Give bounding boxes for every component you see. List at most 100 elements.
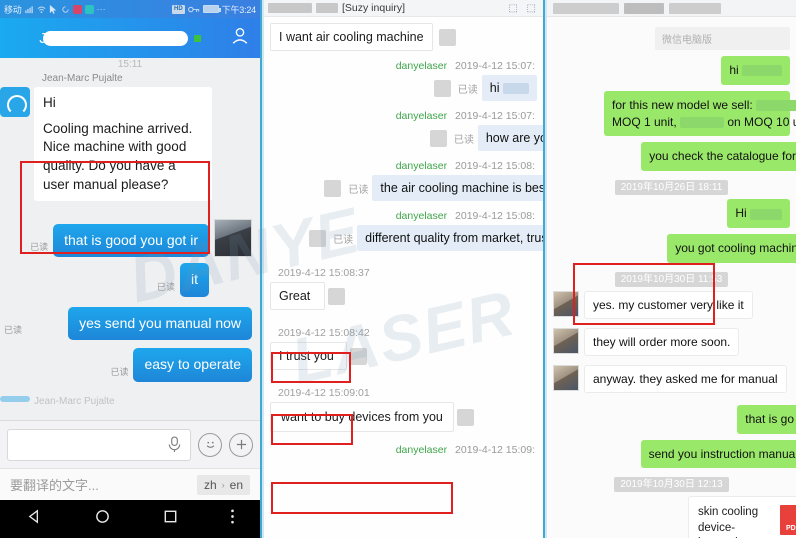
window-titlebar: [547, 0, 796, 17]
message-meta: danyelaser 2019-4-12 15:08:: [270, 210, 537, 222]
message-row-incoming: Great: [270, 282, 537, 310]
avatar: [0, 87, 30, 117]
chat-bubble[interactable]: you got cooling machin: [667, 233, 796, 263]
mobile-chat-panel: 移动 ··· HD 下午3:24 J: [0, 0, 262, 538]
overflow-menu-icon[interactable]: [230, 508, 235, 530]
chat-bubble[interactable]: yes send you manual now: [68, 306, 252, 341]
sender-name-label: Jean-Marc Pujalte: [42, 73, 123, 84]
chat-bubble[interactable]: that is go: [737, 404, 796, 434]
desktop-chat-panel-middle: [Suzy inquiry] ⬚ ⬚ I want air cooling ma…: [262, 0, 545, 538]
read-receipt: 已读: [348, 184, 369, 196]
annotation-highlight: [271, 482, 453, 514]
carrier-label: 移动: [4, 4, 22, 15]
system-timestamp: 2019年10月30日 12:13: [553, 475, 790, 493]
hd-icon: HD: [172, 4, 185, 14]
plus-icon[interactable]: [229, 432, 253, 457]
chat-bubble[interactable]: you check the catalogue for: [641, 142, 796, 172]
message-row-incoming: yes. my customer very like it: [553, 290, 790, 319]
recents-icon[interactable]: [162, 508, 179, 530]
chat-bubble[interactable]: want to buy devices from you: [270, 402, 454, 432]
chat-bubble[interactable]: Great: [270, 282, 326, 310]
bubble-text: hi: [489, 81, 500, 95]
read-receipt: 已读: [333, 234, 354, 246]
avatar: [553, 364, 579, 391]
signal-icon: [24, 5, 33, 13]
message-row-partial: Jean-Marc Pujalte: [0, 395, 252, 407]
chat-bubble[interactable]: for this new model we sell: MOQ 1 unit, …: [604, 90, 796, 137]
avatar: [349, 347, 367, 365]
sync-icon: [61, 5, 69, 13]
sender-nick: danyelaser: [395, 110, 448, 122]
chat-bubble[interactable]: I want air cooling machine: [270, 23, 433, 51]
timestamp-divider: 2019-4-12 15:08:37: [278, 267, 370, 279]
window-controls-icon[interactable]: ⬚ ⬚: [508, 3, 539, 14]
file-attachment-card[interactable]: skin cooling device-instruction ... PDF …: [688, 496, 796, 538]
translate-input[interactable]: 要翻译的文字...: [10, 475, 197, 494]
chat-bubble[interactable]: they will order more soon.: [584, 327, 740, 356]
read-receipt: 已读: [156, 281, 175, 292]
message-meta: danyelaser 2019-4-12 15:07:: [270, 60, 537, 72]
chat-bubble[interactable]: Hi: [34, 87, 212, 120]
chat-bubble[interactable]: it: [180, 263, 209, 297]
message-row-incoming: anyway. they asked me for manual: [553, 364, 790, 393]
message-meta: danyelaser 2019-4-12 15:09:: [270, 444, 537, 456]
redacted-text: [756, 100, 796, 112]
message-row-incoming: want to buy devices from you: [270, 402, 537, 432]
message-row-outgoing: that is go: [553, 404, 796, 434]
contact-name-redacted: [553, 2, 619, 14]
wifi-icon: [37, 6, 46, 13]
read-receipt: 已读: [457, 84, 478, 96]
chat-bubble[interactable]: different quality from market, trust m: [357, 225, 543, 251]
system-timestamp-label: 2019年10月30日 11:53: [614, 271, 729, 287]
system-timestamp: 2019年10月26日 18:11: [553, 178, 790, 196]
desktop-chat-panel-right: 微信电脑版 hi for this new model we sell: MOQ…: [545, 0, 796, 538]
avatar: [0, 395, 30, 402]
chat-bubble[interactable]: the air cooling machine is best u: [372, 175, 543, 201]
language-selector[interactable]: zh › en: [196, 474, 250, 495]
contact-name-redacted: [268, 3, 312, 13]
message-input[interactable]: [7, 428, 191, 461]
chat-bubble[interactable]: Hi: [727, 199, 790, 228]
cursor-icon: [49, 4, 56, 14]
message-list[interactable]: 15:11 Jean-Marc Pujalte Hi Cooling machi…: [0, 58, 260, 420]
avatar: [328, 287, 346, 305]
sender-nick: danyelaser: [395, 160, 448, 172]
smiley-icon[interactable]: [198, 432, 222, 457]
redacted-text: [503, 83, 529, 95]
translate-bar[interactable]: 要翻译的文字... zh › en: [0, 468, 260, 500]
chat-bubble[interactable]: easy to operate: [133, 348, 252, 382]
message-list[interactable]: I want air cooling machine danyelaser 20…: [264, 17, 543, 538]
home-icon[interactable]: [94, 508, 111, 530]
message-list[interactable]: 微信电脑版 hi for this new model we sell: MOQ…: [547, 17, 796, 538]
sender-nick: danyelaser: [395, 60, 448, 72]
chat-bubble[interactable]: I trust you: [270, 342, 347, 370]
chat-bubble[interactable]: hi: [721, 56, 790, 85]
avatar: [456, 408, 474, 426]
bubble-text: hi: [729, 63, 739, 77]
android-nav-bar: [0, 500, 260, 538]
chat-bubble[interactable]: Cooling machine arrived. Nice machine wi…: [34, 119, 212, 202]
chat-bubble[interactable]: how are yo: [477, 125, 543, 151]
message-row-outgoing: 已读 easy to operate: [8, 348, 252, 382]
system-timestamp: 2019年10月30日 11:53: [553, 270, 790, 287]
chat-bubble[interactable]: send you instruction manual l: [640, 439, 796, 469]
read-receipt: 已读: [30, 242, 49, 253]
avatar: [214, 219, 252, 258]
message-row-outgoing: 已读 hi: [270, 75, 537, 101]
chat-bubble[interactable]: anyway. they asked me for manual: [584, 364, 787, 393]
timestamp-divider: 15:11: [117, 59, 143, 70]
chat-bubble[interactable]: yes. my customer very like it: [584, 290, 753, 319]
chat-bubble[interactable]: hi: [481, 75, 537, 101]
chevron-right-icon: ›: [221, 479, 225, 490]
message-row-outgoing: 已读 how are yo: [270, 125, 543, 151]
back-icon[interactable]: [26, 508, 43, 530]
screenshot-root: 移动 ··· HD 下午3:24 J: [0, 0, 800, 538]
sender-nick: danyelaser: [395, 444, 448, 456]
message-row-outgoing: for this new model we sell: MOQ 1 unit, …: [553, 90, 796, 137]
read-receipt: 已读: [4, 325, 23, 336]
chat-bubble[interactable]: that is good you got ir: [53, 223, 209, 258]
app-red-icon: [72, 4, 82, 14]
timestamp: 2019-4-12 15:09:: [455, 444, 535, 456]
person-icon[interactable]: [230, 26, 250, 51]
system-timestamp-label: 2019年10月30日 12:13: [614, 477, 729, 493]
